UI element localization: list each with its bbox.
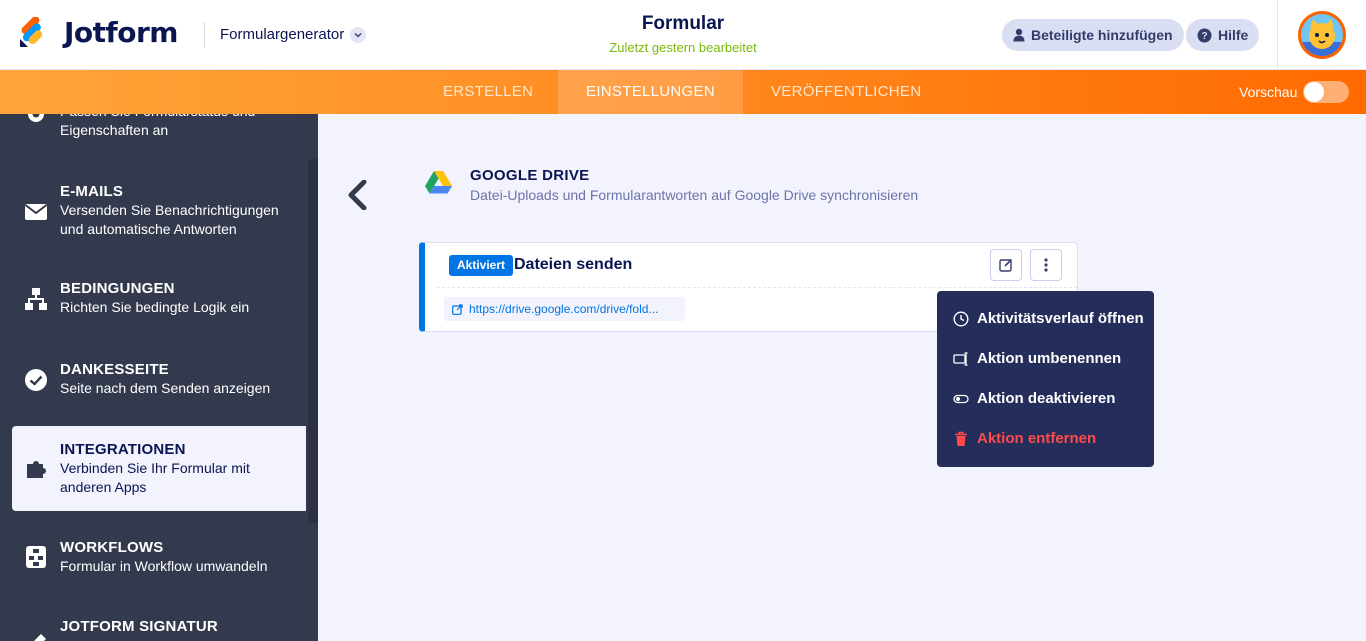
drive-folder-url: https://drive.google.com/drive/fold...: [469, 302, 659, 316]
drive-folder-link[interactable]: https://drive.google.com/drive/fold...: [444, 297, 685, 321]
menu-item-remove[interactable]: Aktion entfernen: [953, 430, 1096, 447]
sidebar-item-thankyou[interactable]: DANKESSEITE Seite nach dem Senden anzeig…: [0, 360, 306, 404]
rename-icon: [953, 351, 968, 366]
avatar-image: [1301, 14, 1343, 56]
sidebar-item-desc: Versenden Sie Benachrichtigungen und aut…: [60, 202, 279, 237]
jotform-logo[interactable]: Jotform: [18, 16, 178, 49]
form-title-block: Formular Zuletzt gestern bearbeitet: [583, 13, 783, 55]
edit-action-button[interactable]: [990, 249, 1022, 281]
more-vertical-icon: [1044, 258, 1048, 272]
avatar[interactable]: [1298, 11, 1346, 59]
sidebar-scrollbar[interactable]: [308, 159, 318, 523]
top-header: Jotform Formulargenerator Formular Zulet…: [0, 0, 1366, 70]
toggle-off-icon: [953, 394, 969, 403]
card-divider: [437, 287, 1077, 288]
edit-icon: [999, 258, 1013, 272]
external-link-icon: [452, 303, 463, 315]
header-separator: [1277, 0, 1278, 70]
last-edited-status: Zuletzt gestern bearbeitet: [609, 40, 757, 55]
back-arrow-icon[interactable]: [346, 180, 368, 210]
sidebar-item-desc: Richten Sie bedingte Logik ein: [60, 299, 250, 315]
tab-publish[interactable]: VERÖFFENTLICHEN: [771, 70, 921, 114]
tab-settings[interactable]: EINSTELLUNGEN: [558, 70, 743, 114]
sidebar-item-title: INTEGRATIONEN: [60, 441, 186, 458]
sidebar-item-form-settings[interactable]: Passen Sie Formularstatus und Eigenschaf…: [0, 114, 306, 150]
jotform-logo-icon: [20, 16, 43, 47]
sidebar-item-desc: Formular in Workflow umwandeln: [60, 558, 268, 574]
preview-toggle-knob: [1304, 82, 1324, 102]
sidebar-item-emails[interactable]: E-MAILS Versenden Sie Benachrichtigungen…: [0, 180, 306, 244]
menu-item-rename[interactable]: Aktion umbenennen: [953, 350, 1121, 367]
integration-title: GOOGLE DRIVE: [470, 167, 590, 184]
help-button[interactable]: ? Hilfe: [1186, 19, 1260, 51]
sidebar-item-title: BEDINGUNGEN: [60, 280, 175, 297]
tab-build[interactable]: ERSTELLEN: [443, 70, 533, 114]
question-icon: ?: [1197, 28, 1212, 42]
action-title: Dateien senden: [514, 256, 633, 273]
form-generator-label: Formulargenerator: [220, 26, 345, 43]
header-divider: [204, 22, 205, 48]
builder-tab-bar: ERSTELLEN EINSTELLUNGEN VERÖFFENTLICHEN …: [0, 70, 1366, 114]
sidebar-item-title: JOTFORM SIGNATUR: [60, 618, 218, 635]
preview-label: Vorschau: [1239, 84, 1298, 100]
pen-icon: [34, 634, 46, 641]
svg-text:?: ?: [1201, 31, 1207, 42]
sitemap-icon: [25, 288, 47, 310]
check-circle-icon: [25, 369, 47, 391]
google-drive-icon: [425, 171, 452, 194]
sidebar-item-integrations[interactable]: INTEGRATIONEN Verbinden Sie Ihr Formular…: [12, 426, 306, 511]
sidebar-item-title: WORKFLOWS: [60, 539, 164, 556]
menu-item-label: Aktion entfernen: [977, 430, 1097, 447]
add-collaborators-button[interactable]: Beteiligte hinzufügen: [1002, 19, 1184, 51]
menu-item-label: Aktion deaktivieren: [977, 390, 1116, 407]
sidebar-item-desc: Seite nach dem Senden anzeigen: [60, 380, 271, 396]
form-generator-dropdown[interactable]: Formulargenerator: [220, 26, 367, 43]
user-icon: [1013, 28, 1025, 42]
sidebar-item-desc: Verbinden Sie Ihr Formular mit anderen A…: [60, 460, 250, 495]
sidebar-item-title: DANKESSEITE: [60, 361, 169, 378]
menu-item-label: Aktivitätsverlauf öffnen: [977, 310, 1144, 327]
sidebar-item-desc: Passen Sie Formularstatus und Eigenschaf…: [60, 114, 255, 138]
help-label: Hilfe: [1218, 27, 1249, 43]
sidebar-item-workflows[interactable]: WORKFLOWS Formular in Workflow umwandeln: [0, 538, 306, 582]
chevron-down-icon: [350, 26, 367, 43]
envelope-icon: [24, 204, 48, 220]
settings-sidebar: Passen Sie Formularstatus und Eigenschaf…: [0, 114, 318, 641]
more-options-button[interactable]: [1030, 249, 1062, 281]
menu-item-disable[interactable]: Aktion deaktivieren: [953, 390, 1115, 407]
form-title[interactable]: Formular: [583, 13, 783, 35]
workflow-icon: [26, 546, 46, 568]
add-collaborators-label: Beteiligte hinzufügen: [1031, 27, 1173, 43]
action-options-menu: Aktivitätsverlauf öffnen Aktion umbenenn…: [937, 291, 1154, 467]
sidebar-item-signature[interactable]: JOTFORM SIGNATUR: [0, 618, 306, 641]
sidebar-item-conditions[interactable]: BEDINGUNGEN Richten Sie bedingte Logik e…: [0, 278, 306, 322]
clock-icon: [953, 310, 969, 327]
status-badge: Aktiviert: [449, 255, 514, 276]
menu-item-activity-history[interactable]: Aktivitätsverlauf öffnen: [953, 310, 1144, 327]
menu-item-label: Aktion umbenennen: [977, 350, 1122, 367]
sidebar-item-title: E-MAILS: [60, 183, 124, 200]
brand-name: Jotform: [64, 16, 178, 49]
integration-description: Datei-Uploads und Formularantworten auf …: [470, 187, 919, 203]
preview-toggle[interactable]: [1303, 81, 1349, 103]
puzzle-icon: [27, 461, 46, 478]
gear-icon: [28, 114, 44, 122]
trash-icon: [955, 431, 967, 446]
